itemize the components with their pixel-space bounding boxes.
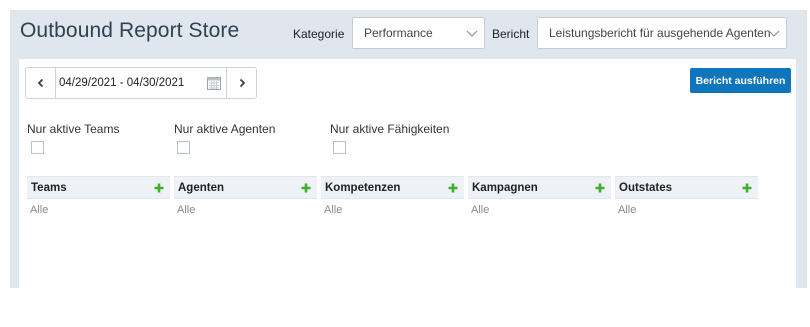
report-panel: 04/29/2021 - 04/30/2021 Bericht ausführe… [19, 59, 796, 288]
report-store-container: Outbound Report Store Kategorie Performa… [10, 10, 807, 288]
active-teams-label: Nur aktive Teams [27, 122, 120, 136]
previous-date-button[interactable] [26, 68, 56, 98]
plus-icon[interactable] [742, 183, 752, 193]
chevron-down-icon [466, 30, 478, 37]
plus-icon[interactable] [301, 183, 311, 193]
plus-icon[interactable] [595, 183, 605, 193]
plus-icon[interactable] [154, 183, 164, 193]
chevron-left-icon [37, 78, 43, 88]
report-select-value: Leistungsbericht für ausgehende Agenten [549, 26, 771, 40]
column-header-label: Agenten [178, 181, 224, 194]
column-header-label: Kompetenzen [325, 181, 401, 194]
column-header-label: Kampagnen [472, 181, 538, 194]
run-report-button[interactable]: Bericht ausführen [690, 68, 791, 93]
chevron-down-icon [768, 30, 780, 37]
date-range-field[interactable]: 04/29/2021 - 04/30/2021 [56, 68, 226, 98]
column-value-teams: Alle [30, 204, 49, 216]
column-header-skills: Kompetenzen [321, 176, 464, 199]
active-agents-label: Nur aktive Agenten [174, 122, 276, 136]
column-header-label: Teams [31, 181, 67, 194]
active-agents-checkbox[interactable] [177, 141, 190, 154]
column-value-outstates: Alle [618, 204, 637, 216]
column-value-campaigns: Alle [471, 204, 490, 216]
date-range-picker: 04/29/2021 - 04/30/2021 [25, 67, 257, 99]
report-select[interactable]: Leistungsbericht für ausgehende Agenten [537, 17, 787, 49]
column-header-campaigns: Kampagnen [468, 176, 611, 199]
category-label: Kategorie [293, 27, 345, 41]
next-date-button[interactable] [226, 68, 256, 98]
calendar-icon[interactable] [207, 76, 221, 90]
column-header-teams: Teams [27, 176, 170, 199]
date-range-value: 04/29/2021 - 04/30/2021 [59, 77, 185, 89]
column-header-outstates: Outstates [615, 176, 758, 199]
active-skills-checkbox[interactable] [333, 141, 346, 154]
page-title: Outbound Report Store [20, 19, 240, 42]
column-value-agents: Alle [177, 204, 196, 216]
category-select[interactable]: Performance [352, 17, 485, 49]
column-header-agents: Agenten [174, 176, 317, 199]
category-select-value: Performance [364, 26, 433, 40]
report-label: Bericht [492, 27, 530, 41]
column-value-skills: Alle [324, 204, 343, 216]
plus-icon[interactable] [448, 183, 458, 193]
active-teams-checkbox[interactable] [31, 141, 44, 154]
column-header-label: Outstates [619, 181, 673, 194]
active-skills-label: Nur aktive Fähigkeiten [330, 122, 450, 136]
chevron-right-icon [239, 78, 245, 88]
